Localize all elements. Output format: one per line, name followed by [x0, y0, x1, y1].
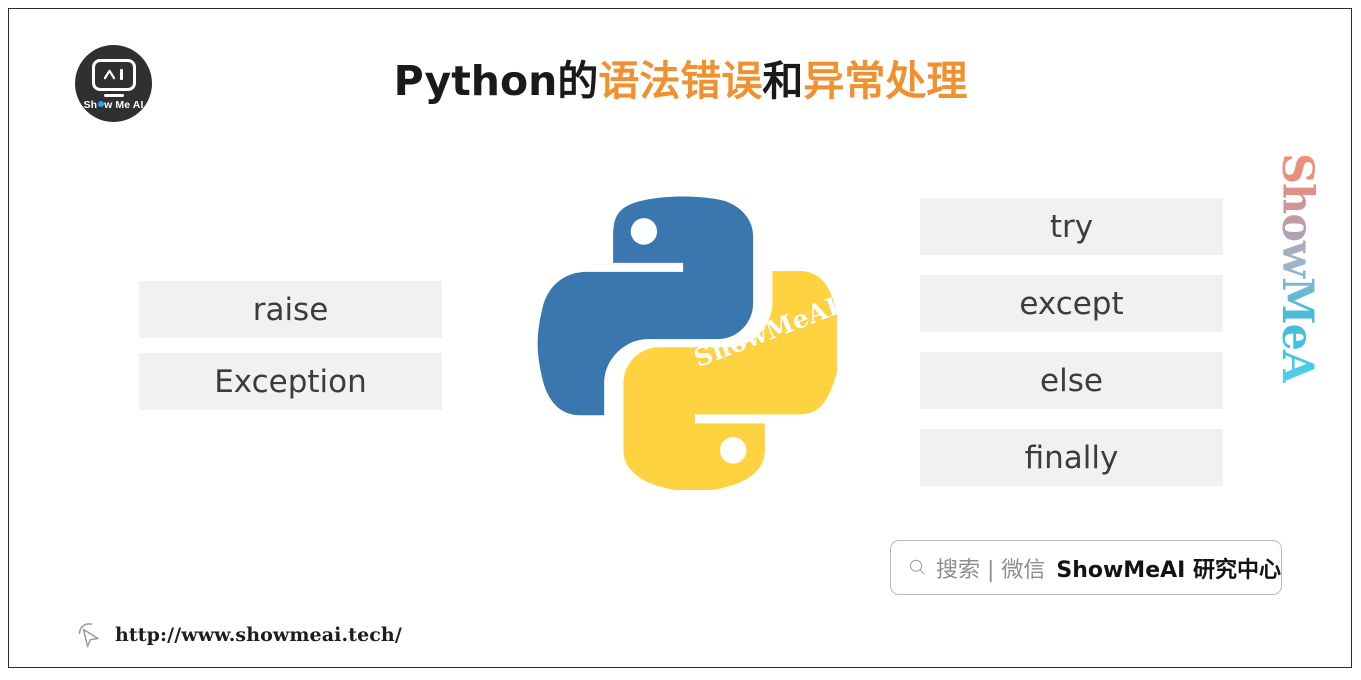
title-segment-and: 和 [762, 57, 804, 105]
footer-url-text: http://www.showmeai.tech/ [115, 624, 402, 646]
title-segment-exception-handling: 异常处理 [803, 57, 968, 105]
search-pill-hint-text: 搜索 | 微信 [935, 557, 1046, 583]
term-box-finally[interactable]: finally [920, 429, 1223, 486]
title-segment-syntax-error: 语法错误 [598, 57, 763, 105]
vertical-brand-wordmark: ShowMeAI [1272, 153, 1322, 402]
search-pill-account-name: ShowMeAI 研究中心 [1056, 557, 1281, 583]
term-label: else [1040, 362, 1103, 399]
term-label: raise [252, 291, 329, 328]
term-label: except [1019, 285, 1124, 322]
page-title: Python的语法错误和异常处理 [0, 53, 1361, 109]
term-box-try[interactable]: try [920, 198, 1223, 255]
title-segment-python: Python的 [393, 57, 599, 105]
term-label: try [1049, 208, 1094, 245]
term-box-exception[interactable]: Exception [139, 353, 442, 410]
cursor-pointer-icon [78, 623, 99, 648]
term-box-raise[interactable]: raise [139, 281, 442, 338]
term-box-else[interactable]: else [920, 352, 1223, 409]
term-box-except[interactable]: except [920, 275, 1223, 332]
footer: http://www.showmeai.tech/ [76, 620, 402, 650]
search-icon [910, 559, 925, 575]
slide-canvas: Sh w Me AI Python的语法错误和异常处理 raise Except… [0, 0, 1361, 680]
term-label: finally [1024, 439, 1119, 476]
wechat-search-pill[interactable]: 搜索 | 微信 ShowMeAI 研究中心 [890, 540, 1282, 595]
term-label: Exception [214, 363, 367, 400]
